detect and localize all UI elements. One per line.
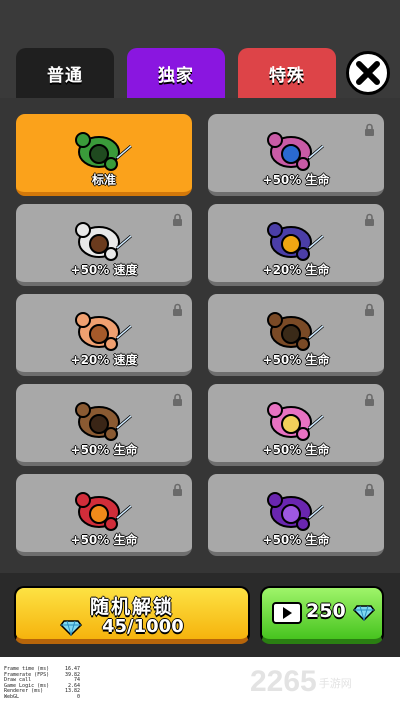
character-bonus-label: +50% 生命 [262,173,330,187]
watermark-sub: 手游网 [318,678,352,691]
character-sprite [75,492,132,531]
video-reward-count: 250 [306,600,346,622]
character-bonus-label: +50% 速度 [70,263,138,277]
character-bonus-label: +20% 生命 [262,263,330,277]
character-sprite [75,402,132,441]
lock-icon [173,393,182,406]
diamond-icon [353,605,375,621]
lock-icon [173,303,182,316]
character-sprite [267,492,324,531]
diamond-icon [60,620,82,636]
character-card[interactable]: +20% 速度 [16,294,192,376]
character-bonus-label: +50% 生命 [262,353,330,367]
character-card[interactable]: +50% 生命 [16,474,192,556]
debug-key: WebGL [4,693,20,700]
character-card[interactable]: +50% 生命 [208,474,384,556]
lock-icon [365,303,374,316]
watermark-text: 2265 [250,665,317,698]
lock-icon [173,483,182,496]
character-bonus-label: 标准 [91,173,116,187]
lock-icon [365,393,374,406]
character-grid: 标准 +50% 生命 +50% 速度 +20% 生命 +20% 速度 +50% 生命 +50… [0,98,400,573]
character-sprite [75,312,132,351]
watermark: 2265 手游网 [250,665,352,699]
character-bonus-label: +20% 速度 [70,353,138,367]
character-card[interactable]: +20% 生命 [208,204,384,286]
character-sprite [267,132,324,171]
character-bonus-label: +50% 生命 [262,533,330,547]
unlock-progress-count: 45/1000 [102,616,184,637]
watch-video-button[interactable]: 250 [260,586,384,644]
close-button[interactable] [346,51,390,95]
close-icon [356,61,380,85]
tab-normal[interactable]: 普通 [16,48,114,98]
character-card[interactable]: +50% 生命 [208,384,384,466]
character-sprite [75,132,132,171]
character-card[interactable]: 标准 [16,114,192,196]
character-sprite [267,402,324,441]
character-card[interactable]: +50% 生命 [16,384,192,466]
lock-icon [365,213,374,226]
action-bar: 随机解锁 45/1000 250 [0,573,400,657]
character-sprite [75,222,132,261]
character-sprite [267,222,324,261]
lock-icon [365,483,374,496]
lock-icon [173,213,182,226]
character-card[interactable]: +50% 生命 [208,294,384,376]
debug-row: WebGL 0 [4,693,80,701]
random-unlock-label: 随机解锁 [89,596,174,618]
debug-footer: Frame time (ms) 16.47 Framerate (FPS) 39.82… [0,657,400,711]
debug-value: 0 [76,693,80,700]
debug-stats: Frame time (ms) 16.47 Framerate (FPS) 39.82… [4,666,80,701]
character-bonus-label: +50% 生命 [70,443,138,457]
character-card[interactable]: +50% 速度 [16,204,192,286]
video-play-icon [272,602,302,624]
character-card[interactable]: +50% 生命 [208,114,384,196]
character-bonus-label: +50% 生命 [70,533,138,547]
lock-icon [365,123,374,136]
character-bonus-label: +50% 生命 [262,443,330,457]
tab-exclusive[interactable]: 独家 [127,48,225,98]
random-unlock-button[interactable]: 随机解锁 45/1000 [14,586,250,644]
tab-special[interactable]: 特殊 [238,48,336,98]
character-sprite [267,312,324,351]
tab-bar: 普通 独家 特殊 [0,0,400,98]
